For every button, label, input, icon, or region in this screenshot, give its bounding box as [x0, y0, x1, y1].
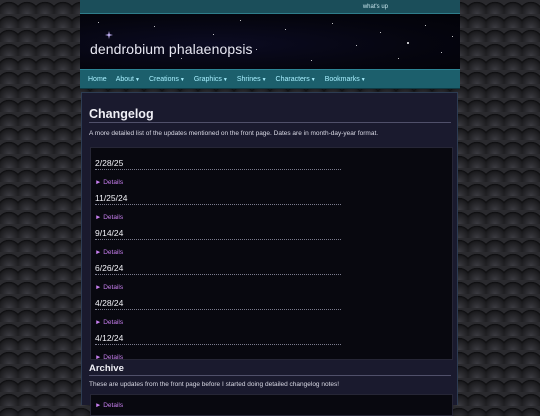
caret-down-icon: ▼: [179, 76, 185, 83]
nav-graphics[interactable]: Graphics▼: [194, 76, 228, 83]
details-toggle[interactable]: ► Details: [95, 214, 341, 221]
changelog-entry: 9/14/24 ► Details: [95, 228, 341, 256]
nav-shrines[interactable]: Shrines▼: [237, 76, 267, 83]
details-toggle[interactable]: ► Details: [95, 284, 341, 291]
changelog-entry: 4/12/24 ► Details: [95, 333, 341, 359]
caret-down-icon: ▼: [360, 76, 366, 83]
whats-up-link[interactable]: what's up: [363, 4, 388, 10]
nav-characters[interactable]: Characters▼: [276, 76, 316, 83]
nav-about[interactable]: About▼: [116, 76, 140, 83]
archive-description: These are updates from the front page be…: [89, 381, 340, 388]
entry-date: 4/12/24: [95, 333, 341, 345]
entry-date: 4/28/24: [95, 298, 341, 310]
entry-date: 6/26/24: [95, 263, 341, 275]
changelog-entry: 6/26/24 ► Details: [95, 263, 341, 291]
nav-creations[interactable]: Creations▼: [149, 76, 185, 83]
changelog-entry: 4/28/24 ► Details: [95, 298, 341, 326]
details-toggle[interactable]: ► Details: [95, 402, 123, 409]
changelog-scroll-box[interactable]: 2/28/25 ► Details 11/25/24 ► Details 9/1…: [90, 147, 453, 360]
nav-bookmarks[interactable]: Bookmarks▼: [325, 76, 366, 83]
caret-down-icon: ▼: [222, 76, 228, 83]
entry-date: 2/28/25: [95, 158, 341, 170]
entry-date: 11/25/24: [95, 193, 341, 205]
changelog-intro: A more detailed list of the updates ment…: [89, 130, 379, 137]
entry-date: 9/14/24: [95, 228, 341, 240]
details-toggle[interactable]: ► Details: [95, 179, 341, 186]
site-container: what's up dendrobium phalaenopsis Home A…: [80, 0, 460, 416]
details-toggle[interactable]: ► Details: [95, 319, 341, 326]
page-title: Changelog: [89, 107, 451, 123]
caret-down-icon: ▼: [134, 76, 140, 83]
archive-box: ► Details: [90, 394, 453, 416]
nav-home[interactable]: Home: [88, 76, 107, 83]
caret-down-icon: ▼: [310, 76, 316, 83]
changelog-entry: 11/25/24 ► Details: [95, 193, 341, 221]
archive-heading: Archive: [89, 363, 451, 376]
caret-down-icon: ▼: [261, 76, 267, 83]
details-toggle[interactable]: ► Details: [95, 354, 341, 359]
top-bar: what's up: [80, 0, 460, 14]
details-toggle[interactable]: ► Details: [95, 249, 341, 256]
content-panel: Changelog A more detailed list of the up…: [81, 92, 458, 416]
main-nav: Home About▼ Creations▼ Graphics▼ Shrines…: [80, 69, 460, 89]
header-banner: dendrobium phalaenopsis: [80, 14, 460, 69]
changelog-entry: 2/28/25 ► Details: [95, 158, 341, 186]
sparkle-icon: [105, 31, 113, 39]
site-title[interactable]: dendrobium phalaenopsis: [90, 41, 253, 57]
